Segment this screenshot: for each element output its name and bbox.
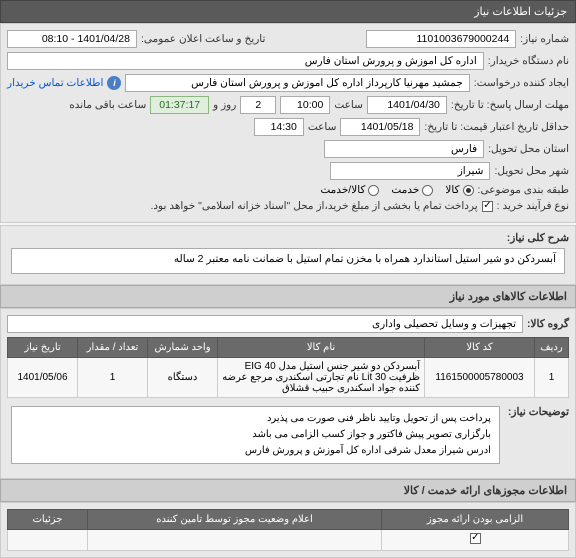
requester-value: جمشید مهرنیا کارپرداز اداره کل اموزش و پ…	[125, 74, 469, 92]
radio-service-label: خدمت	[391, 184, 419, 196]
buyer-label: نام دستگاه خریدار:	[488, 55, 569, 67]
requester-label: ایجاد کننده درخواست:	[474, 77, 569, 89]
col-date: تاریخ نیاز	[8, 338, 78, 358]
need-number-value: 1101003679000244	[366, 30, 516, 48]
deadline-date: 1401/04/30	[367, 96, 447, 114]
col-idx: ردیف	[535, 338, 569, 358]
announce-value: 1401/04/28 - 08:10	[7, 30, 137, 48]
lic-col-3: جزئیات	[8, 510, 88, 530]
info-icon[interactable]: i	[107, 76, 121, 90]
validity-label: حداقل تاریخ اعتبار قیمت: تا تاریخ:	[424, 121, 569, 133]
licenses-section: الزامی بودن ارائه مجوز اعلام وضعیت مجوز …	[0, 502, 576, 558]
buyer-value: اداره کل اموزش و پرورش استان فارس	[7, 52, 484, 70]
col-qty: تعداد / مقدار	[78, 338, 148, 358]
process-checkbox[interactable]	[482, 201, 493, 212]
lic-cell-1	[382, 530, 569, 551]
col-name: نام کالا	[218, 338, 425, 358]
validity-date: 1401/05/18	[340, 118, 420, 136]
validity-time: 14:30	[254, 118, 304, 136]
cell-unit: دستگاه	[148, 358, 218, 398]
cell-idx: 1	[535, 358, 569, 398]
items-table: ردیف کد کالا نام کالا واحد شمارش تعداد /…	[7, 337, 569, 398]
need-number-label: شماره نیاز:	[520, 33, 569, 45]
province-label: استان محل تحویل:	[488, 143, 569, 155]
radio-both[interactable]	[368, 185, 379, 196]
col-code: کد کالا	[425, 338, 535, 358]
description-label: شرح کلی نیاز:	[507, 232, 569, 244]
lic-col-1: الزامی بودن ارائه مجوز	[382, 510, 569, 530]
group-value: تجهیزات و وسایل تحصیلی واداری	[7, 315, 523, 333]
deadline-label: مهلت ارسال پاسخ: تا تاریخ:	[451, 99, 569, 111]
time-label-1: ساعت	[334, 99, 363, 111]
lic-col-2: اعلام وضعیت مجوز توسط تامین کننده	[88, 510, 382, 530]
notes-value: پرداخت پس از تحویل وتایید ناظر فنی صورت …	[11, 406, 500, 464]
announce-label: تاریخ و ساعت اعلان عمومی:	[141, 33, 265, 45]
items-section: گروه کالا: تجهیزات و وسایل تحصیلی واداری…	[0, 308, 576, 479]
radio-goods[interactable]	[463, 185, 474, 196]
cell-name: آبسردکن دو شیر جنس استیل مدل EIG 40 ظرفی…	[218, 358, 425, 398]
licenses-header-row: الزامی بودن ارائه مجوز اعلام وضعیت مجوز …	[8, 510, 569, 530]
cell-date: 1401/05/06	[8, 358, 78, 398]
licenses-table: الزامی بودن ارائه مجوز اعلام وضعیت مجوز …	[7, 509, 569, 551]
section-header-need-details: جزئیات اطلاعات نیاز	[0, 0, 576, 23]
category-label: طبقه بندی موضوعی:	[478, 184, 569, 196]
deadline-time: 10:00	[280, 96, 330, 114]
radio-goods-label: کالا	[445, 184, 459, 196]
city-label: شهر محل تحویل:	[494, 165, 569, 177]
licenses-row	[8, 530, 569, 551]
process-label: نوع فرآیند خرید :	[497, 200, 569, 212]
form-section: شماره نیاز: 1101003679000244 تاریخ و ساع…	[0, 23, 576, 223]
days-label: روز و	[213, 99, 236, 111]
process-note: پرداخت تمام یا بخشی از مبلغ خرید،از محل …	[150, 200, 477, 212]
days-remaining: 2	[240, 96, 276, 114]
remaining-label: ساعت باقی مانده	[69, 99, 146, 111]
main-container: جزئیات اطلاعات نیاز شماره نیاز: 11010036…	[0, 0, 576, 558]
group-label: گروه کالا:	[527, 318, 569, 330]
notes-label: توضیحات نیاز:	[508, 402, 569, 418]
license-required-checkbox[interactable]	[470, 533, 481, 544]
province-value: فارس	[324, 140, 484, 158]
table-header-row: ردیف کد کالا نام کالا واحد شمارش تعداد /…	[8, 338, 569, 358]
col-unit: واحد شمارش	[148, 338, 218, 358]
licenses-header: اطلاعات مجوزهای ارائه خدمت / کالا	[0, 479, 576, 502]
radio-service[interactable]	[422, 185, 433, 196]
countdown-timer: 01:37:17	[150, 96, 209, 114]
radio-both-label: کالا/خدمت	[320, 184, 365, 196]
city-value: شیراز	[330, 162, 490, 180]
contact-buyer-link[interactable]: اطلاعات تماس خریدار	[7, 77, 103, 89]
description-section: شرح کلی نیاز: آبسردکن دو شیر استیل استان…	[0, 225, 576, 285]
cell-code: 1161500005780003	[425, 358, 535, 398]
table-row: 1 1161500005780003 آبسردکن دو شیر جنس اس…	[8, 358, 569, 398]
cell-qty: 1	[78, 358, 148, 398]
description-value: آبسردکن دو شیر استیل استاندارد همراه با …	[11, 248, 565, 274]
lic-cell-3	[8, 530, 88, 551]
time-label-2: ساعت	[308, 121, 337, 133]
lic-cell-2	[88, 530, 382, 551]
items-header: اطلاعات کالاهای مورد نیاز	[0, 285, 576, 308]
category-radio-group: کالا خدمت کالا/خدمت	[320, 184, 473, 196]
